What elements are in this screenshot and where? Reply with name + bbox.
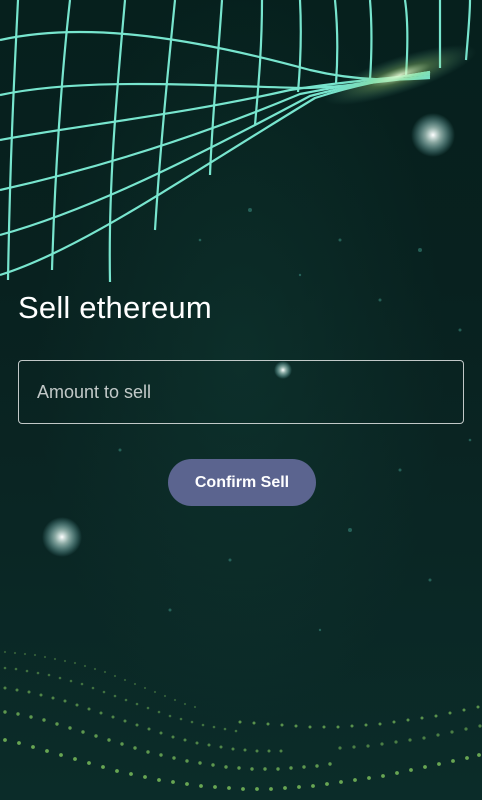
glow-orb <box>411 113 455 157</box>
amount-to-sell-input[interactable] <box>18 360 464 424</box>
sell-screen: Sell ethereum Confirm Sell <box>0 0 482 800</box>
page-title: Sell ethereum <box>18 290 212 325</box>
confirm-sell-button[interactable]: Confirm Sell <box>168 459 316 506</box>
glow-orb <box>42 517 82 557</box>
dotted-wave <box>0 650 482 800</box>
wireframe-grid <box>0 0 472 283</box>
